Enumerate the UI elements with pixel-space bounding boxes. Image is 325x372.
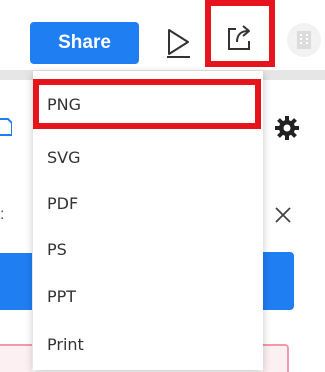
primary-button-fragment-left[interactable] <box>0 253 32 310</box>
menu-item-ps[interactable]: PS <box>33 225 263 273</box>
menu-item-pdf[interactable]: PDF <box>33 179 263 227</box>
alert-box-fragment-left <box>0 344 32 372</box>
export-icon <box>228 25 250 50</box>
play-icon <box>167 29 190 58</box>
left-text-fragment: : <box>0 206 5 223</box>
export-dropdown-menu: PNG SVG PDF PS PPT Print <box>33 71 263 370</box>
building-icon[interactable] <box>287 23 321 57</box>
menu-item-ppt[interactable]: PPT <box>33 272 263 320</box>
primary-button-fragment-right[interactable] <box>263 252 294 310</box>
gear-icon[interactable] <box>271 112 303 144</box>
menu-item-png[interactable]: PNG <box>33 79 261 129</box>
document-icon-fragment <box>0 115 13 139</box>
alert-box-fragment-right <box>263 344 289 372</box>
menu-item-print[interactable]: Print <box>33 320 263 368</box>
menu-item-svg[interactable]: SVG <box>33 133 263 181</box>
play-button[interactable] <box>157 20 199 66</box>
share-button[interactable]: Share <box>30 22 139 64</box>
close-icon[interactable] <box>270 202 296 228</box>
export-button[interactable] <box>214 14 264 62</box>
